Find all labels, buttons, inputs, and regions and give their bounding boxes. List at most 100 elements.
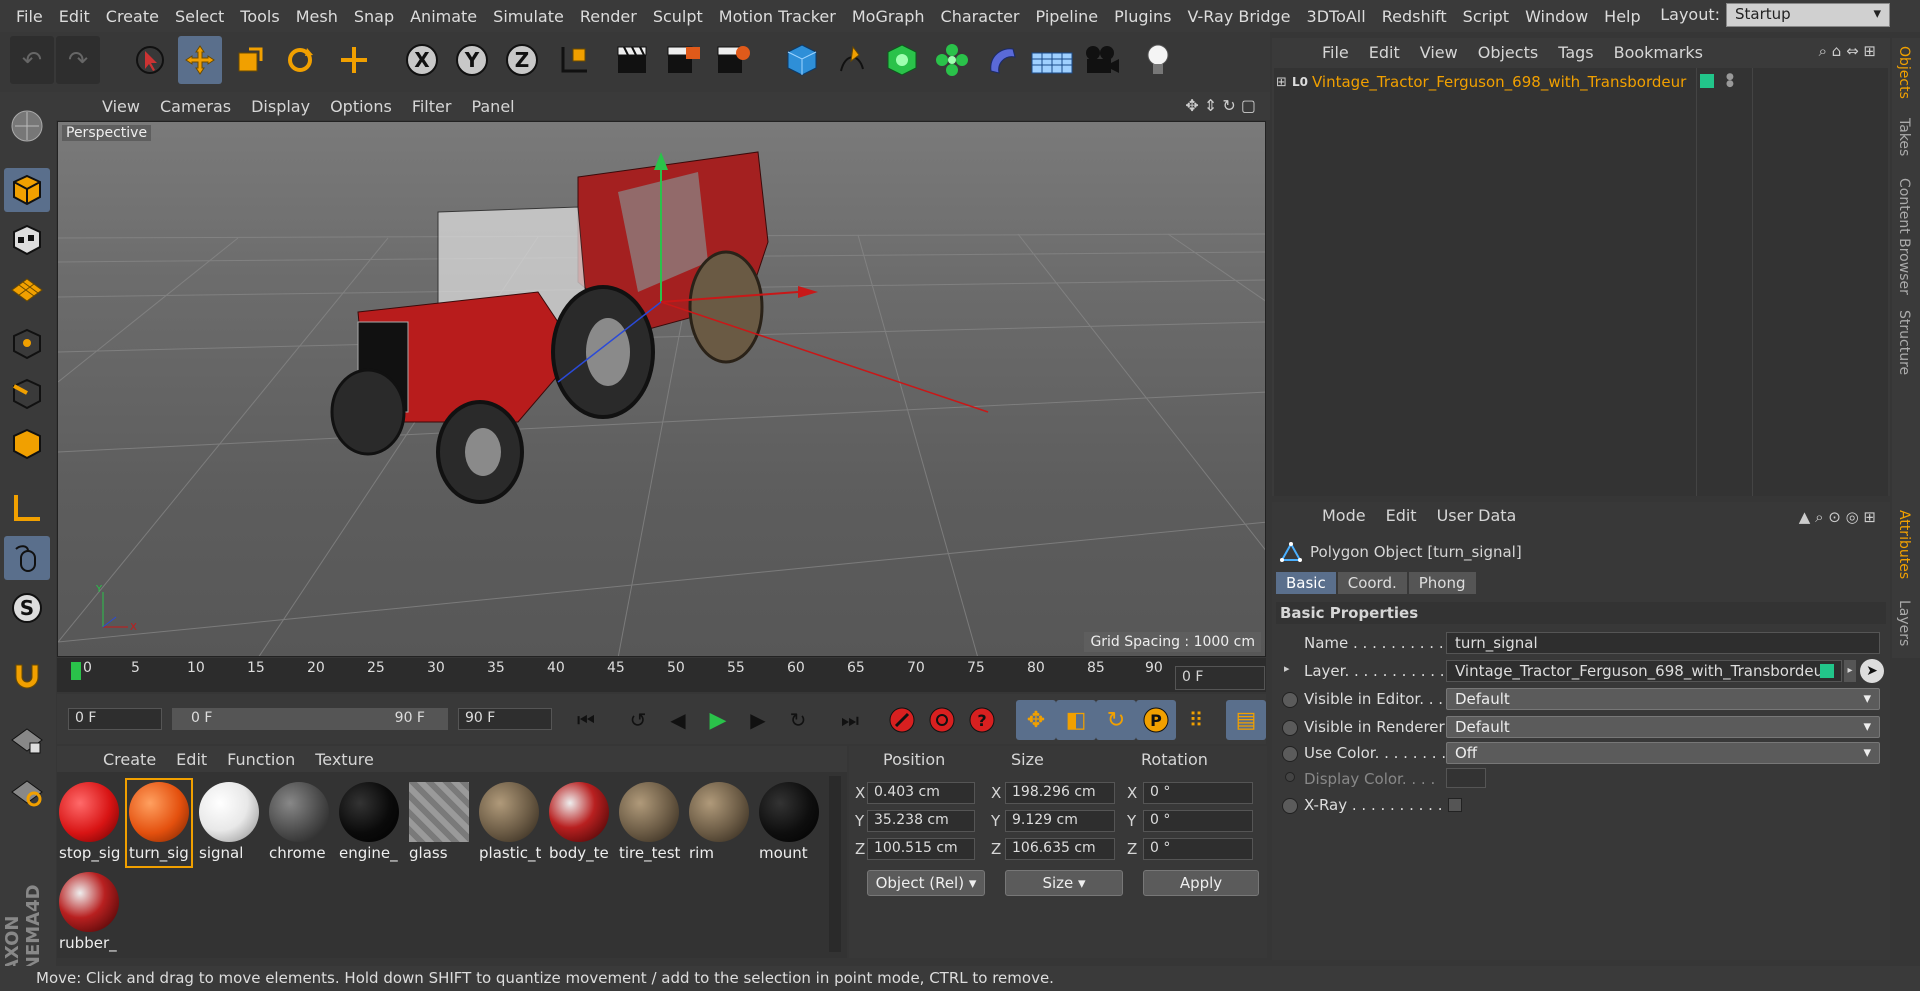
- object-menu-view[interactable]: View: [1410, 43, 1468, 62]
- record-keys-button[interactable]: [882, 700, 922, 740]
- timeline-playhead[interactable]: [71, 662, 81, 680]
- visible-editor-select[interactable]: Default: [1446, 688, 1880, 710]
- xray-checkbox[interactable]: [1448, 798, 1462, 812]
- menu-3dtoall[interactable]: 3DToAll: [1299, 7, 1374, 26]
- viewport-menu-panel[interactable]: Panel: [461, 97, 524, 116]
- attribute-menu-edit[interactable]: Edit: [1376, 506, 1427, 525]
- viewport-menu-cameras[interactable]: Cameras: [150, 97, 241, 116]
- menu-select[interactable]: Select: [167, 7, 232, 26]
- subdivision-surface-button[interactable]: [880, 36, 924, 84]
- cloner-button[interactable]: [930, 36, 974, 84]
- layer-menu-arrow-icon[interactable]: ▸: [1844, 660, 1856, 682]
- menu-help[interactable]: Help: [1596, 7, 1648, 26]
- object-menu-objects[interactable]: Objects: [1468, 43, 1548, 62]
- menu-plugins[interactable]: Plugins: [1106, 7, 1179, 26]
- redo-button[interactable]: ↷: [56, 36, 100, 84]
- size-y-field[interactable]: 9.129 cm: [1005, 810, 1115, 832]
- menu-motion-tracker[interactable]: Motion Tracker: [711, 7, 844, 26]
- attribute-nav-icons[interactable]: ▲ ⌕ ⊙ ◎ ⊞: [1799, 508, 1876, 526]
- layer-color-swatch[interactable]: [1700, 74, 1714, 88]
- material-scrollbar[interactable]: [829, 776, 841, 952]
- coordinate-mode-select[interactable]: Object (Rel) ▾: [867, 870, 985, 896]
- key-position-button[interactable]: ✥: [1016, 700, 1056, 740]
- autokeying-button[interactable]: [922, 700, 962, 740]
- viewport-nav-icons[interactable]: ✥ ⇕ ↻ ▢: [1185, 96, 1256, 115]
- menu-sculpt[interactable]: Sculpt: [645, 7, 711, 26]
- menu-redshift[interactable]: Redshift: [1374, 7, 1455, 26]
- x-axis-button[interactable]: X: [400, 36, 444, 84]
- menu-snap[interactable]: Snap: [346, 7, 402, 26]
- material-swatch[interactable]: mount: [757, 780, 821, 866]
- menu-render[interactable]: Render: [572, 7, 645, 26]
- timeline-ruler[interactable]: 0 5 10 15 20 25 30 35 40 45 50 55 60 65 …: [57, 658, 1266, 692]
- tab-coord[interactable]: Coord.: [1337, 572, 1407, 594]
- visibility-dots-icon[interactable]: ● ●: [1726, 73, 1734, 89]
- timeline-window-button[interactable]: ▤: [1226, 700, 1266, 740]
- position-y-field[interactable]: 35.238 cm: [867, 810, 975, 832]
- coordinate-system-button[interactable]: [552, 36, 596, 84]
- material-swatch[interactable]: signal: [197, 780, 261, 866]
- rotation-z-field[interactable]: 0 °: [1143, 838, 1253, 860]
- cube-primitive-button[interactable]: [780, 36, 824, 84]
- current-frame-field[interactable]: 0 F: [1175, 666, 1265, 690]
- rotation-y-field[interactable]: 0 °: [1143, 810, 1253, 832]
- viewport-menu-options[interactable]: Options: [320, 97, 402, 116]
- make-editable-button[interactable]: [4, 104, 50, 148]
- object-menu-file[interactable]: File: [1312, 43, 1359, 62]
- rotate-tool-button[interactable]: [278, 36, 322, 84]
- key-scale-button[interactable]: ◧: [1056, 700, 1096, 740]
- start-frame-field[interactable]: 0 F: [68, 708, 162, 730]
- key-parameter-button[interactable]: P: [1136, 700, 1176, 740]
- y-axis-button[interactable]: Y: [450, 36, 494, 84]
- position-x-field[interactable]: 0.403 cm: [867, 782, 975, 804]
- planar-workplane-button[interactable]: [4, 770, 50, 814]
- keyframe-selection-button[interactable]: ?: [962, 700, 1002, 740]
- position-z-field[interactable]: 100.515 cm: [867, 838, 975, 860]
- material-menu-edit[interactable]: Edit: [166, 750, 217, 769]
- render-to-picture-viewer-button[interactable]: [662, 36, 706, 84]
- edges-mode-button[interactable]: [4, 372, 50, 416]
- material-swatch[interactable]: body_te: [547, 780, 611, 866]
- tweak-mode-button[interactable]: [4, 536, 50, 580]
- scale-tool-button[interactable]: [228, 36, 272, 84]
- size-z-field[interactable]: 106.635 cm: [1005, 838, 1115, 860]
- size-mode-select[interactable]: Size ▾: [1005, 870, 1123, 896]
- go-to-previous-key-button[interactable]: ↺: [618, 700, 658, 740]
- key-rotation-button[interactable]: ↻: [1096, 700, 1136, 740]
- tab-basic[interactable]: Basic: [1276, 572, 1336, 594]
- recent-tool-button[interactable]: [332, 36, 376, 84]
- attribute-menu-mode[interactable]: Mode: [1312, 506, 1376, 525]
- animate-radio-xray[interactable]: [1282, 798, 1298, 814]
- menu-vray-bridge[interactable]: V-Ray Bridge: [1179, 7, 1298, 26]
- perspective-viewport[interactable]: Y X Perspective Grid Spacing : 1000 cm: [57, 121, 1266, 657]
- play-button[interactable]: ▶: [698, 700, 738, 740]
- object-row-root[interactable]: ⊞ L0 Vintage_Tractor_Ferguson_698_with_T…: [1276, 70, 1696, 94]
- material-swatch[interactable]: glass: [407, 780, 471, 866]
- material-menu-create[interactable]: Create: [93, 750, 166, 769]
- material-swatch[interactable]: engine_: [337, 780, 401, 866]
- key-point-level-button[interactable]: ⠿: [1176, 700, 1216, 740]
- viewport-menu-filter[interactable]: Filter: [402, 97, 462, 116]
- floor-object-button[interactable]: [1030, 36, 1074, 84]
- material-swatch[interactable]: rim: [687, 780, 751, 866]
- live-selection-button[interactable]: [128, 36, 172, 84]
- object-menu-edit[interactable]: Edit: [1359, 43, 1410, 62]
- lock-workplane-button[interactable]: [4, 718, 50, 762]
- object-menu-bookmarks[interactable]: Bookmarks: [1604, 43, 1713, 62]
- snapping-button[interactable]: S: [4, 586, 50, 630]
- preview-range-slider[interactable]: 0 F 90 F: [172, 708, 448, 730]
- deformer-button[interactable]: [980, 36, 1024, 84]
- render-settings-button[interactable]: [712, 36, 756, 84]
- points-mode-button[interactable]: [4, 322, 50, 366]
- expand-icon[interactable]: ⊞: [1276, 75, 1292, 90]
- size-x-field[interactable]: 198.296 cm: [1005, 782, 1115, 804]
- visible-renderer-select[interactable]: Default: [1446, 716, 1880, 738]
- camera-button[interactable]: [1080, 36, 1124, 84]
- side-tab-takes[interactable]: Takes: [1896, 118, 1912, 156]
- side-tab-structure[interactable]: Structure: [1896, 310, 1912, 375]
- light-button[interactable]: [1136, 36, 1180, 84]
- material-swatch[interactable]: stop_sig: [57, 780, 121, 866]
- next-frame-button[interactable]: ▶: [738, 700, 778, 740]
- texture-mode-button[interactable]: [4, 218, 50, 262]
- enable-axis-button[interactable]: [4, 486, 50, 530]
